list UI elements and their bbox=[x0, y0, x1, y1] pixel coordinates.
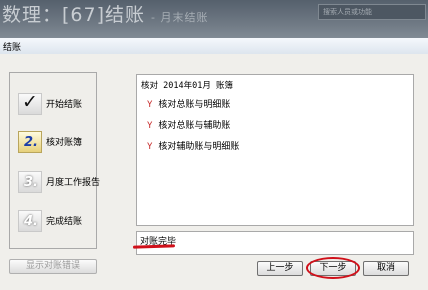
pass-mark: Y bbox=[147, 121, 153, 131]
result-item-text: 核对总账与明细账 bbox=[158, 100, 231, 110]
dialog-title: 结账 bbox=[3, 43, 22, 53]
check-icon: ✓ bbox=[22, 91, 38, 113]
background-window-title: 数理：[67]结账 - 月末结账 bbox=[2, 0, 208, 27]
show-errors-button[interactable]: 显示对账错误 bbox=[9, 259, 97, 274]
result-item-text: 核对总账与辅助账 bbox=[158, 121, 231, 131]
reconcile-message: 对账完毕 bbox=[136, 231, 414, 255]
red-circle-annotation bbox=[306, 257, 360, 279]
steps-panel: ✓ 开始结账 2. 核对账簿 3. 月度工作报告 4. 完成结账 bbox=[9, 72, 101, 249]
step-2-label: 核对账簿 bbox=[46, 138, 83, 148]
step-1-icon: ✓ bbox=[18, 91, 42, 115]
pass-mark: Y bbox=[147, 100, 153, 110]
check-result-panel: 核对 2014年01月 账簿 Y 核对总账与明细账 Y 核对总账与辅助账 Y 核对辅助… bbox=[136, 74, 414, 226]
cancel-button[interactable]: 取消 bbox=[363, 261, 409, 276]
prev-step-button[interactable]: 上一步 bbox=[257, 261, 303, 276]
step-4-label: 完成结账 bbox=[46, 217, 83, 227]
step-3-icon: 3. bbox=[18, 171, 42, 193]
result-item-text: 核对辅助账与明细账 bbox=[158, 142, 240, 152]
background-title-text: 数理：[67]结账 bbox=[2, 4, 146, 26]
result-item: Y 核对总账与辅助账 bbox=[147, 118, 230, 131]
pass-mark: Y bbox=[147, 142, 153, 152]
step-2-icon: 2. bbox=[18, 131, 42, 153]
step-4-icon: 4. bbox=[18, 210, 42, 232]
step-3-label: 月度工作报告 bbox=[46, 178, 101, 188]
step-1-label: 开始结账 bbox=[46, 100, 83, 110]
background-subtitle: - 月末结账 bbox=[151, 11, 209, 24]
background-window-header: 数理：[67]结账 - 月末结账 搜索人员或功能 bbox=[0, 0, 428, 38]
background-search-input[interactable]: 搜索人员或功能 bbox=[318, 4, 426, 20]
step-3-number: 3. bbox=[24, 175, 38, 190]
result-item: Y 核对辅助账与明细账 bbox=[147, 139, 239, 152]
step-4-number: 4. bbox=[24, 214, 38, 229]
result-heading: 核对 2014年01月 账簿 bbox=[141, 81, 233, 91]
dialog-titlebar: 结账 bbox=[0, 38, 428, 55]
result-item: Y 核对总账与明细账 bbox=[147, 97, 230, 110]
step-2-number: 2. bbox=[24, 135, 38, 150]
